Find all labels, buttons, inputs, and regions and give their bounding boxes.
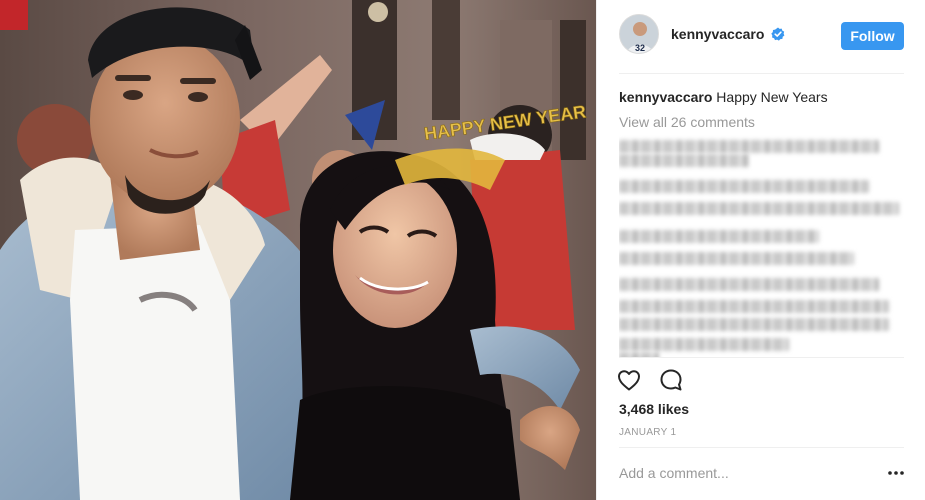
more-options-icon[interactable] bbox=[887, 466, 905, 480]
instagram-post: HAPPY NEW YEAR 32 kennyvaccaro Follow ke… bbox=[0, 0, 925, 500]
post-header: 32 kennyvaccaro Follow bbox=[597, 0, 925, 74]
caption: kennyvaccaro Happy New Years bbox=[619, 89, 828, 105]
avatar[interactable]: 32 bbox=[619, 14, 659, 54]
post-date[interactable]: JANUARY 1 bbox=[619, 427, 676, 438]
verified-badge-icon bbox=[771, 27, 785, 41]
add-comment-input[interactable] bbox=[619, 458, 879, 488]
blurred-comment-line bbox=[619, 300, 889, 313]
header-username[interactable]: kennyvaccaro bbox=[671, 26, 764, 42]
blurred-comment-line bbox=[619, 154, 749, 167]
add-comment-divider bbox=[619, 447, 904, 448]
caption-text: Happy New Years bbox=[716, 89, 828, 105]
blurred-comment-line bbox=[619, 318, 889, 331]
blurred-comment-line bbox=[619, 140, 879, 153]
blurred-comment-line bbox=[619, 230, 819, 243]
blurred-comment-line bbox=[619, 338, 789, 351]
photo-illustration: HAPPY NEW YEAR bbox=[0, 0, 596, 500]
blurred-comment-line bbox=[619, 252, 854, 265]
blurred-comment-line bbox=[619, 278, 879, 291]
post-sidebar: 32 kennyvaccaro Follow kennyvaccaro Happ… bbox=[596, 0, 925, 500]
heart-outline-icon[interactable] bbox=[615, 366, 643, 394]
blurred-comment-line bbox=[619, 180, 869, 193]
blurred-comment-line bbox=[619, 202, 899, 215]
avatar-jersey-number: 32 bbox=[635, 43, 645, 53]
post-actions bbox=[615, 366, 685, 396]
post-photo[interactable]: HAPPY NEW YEAR bbox=[0, 0, 596, 500]
likes-count[interactable]: 3,468 likes bbox=[619, 401, 689, 417]
view-all-comments-link[interactable]: View all 26 comments bbox=[619, 114, 755, 130]
speech-bubble-icon[interactable] bbox=[657, 366, 685, 394]
comments-section: kennyvaccaro Happy New Years View all 26… bbox=[619, 74, 904, 357]
comments-divider bbox=[619, 357, 904, 358]
follow-button[interactable]: Follow bbox=[841, 22, 904, 50]
caption-username[interactable]: kennyvaccaro bbox=[619, 89, 712, 105]
